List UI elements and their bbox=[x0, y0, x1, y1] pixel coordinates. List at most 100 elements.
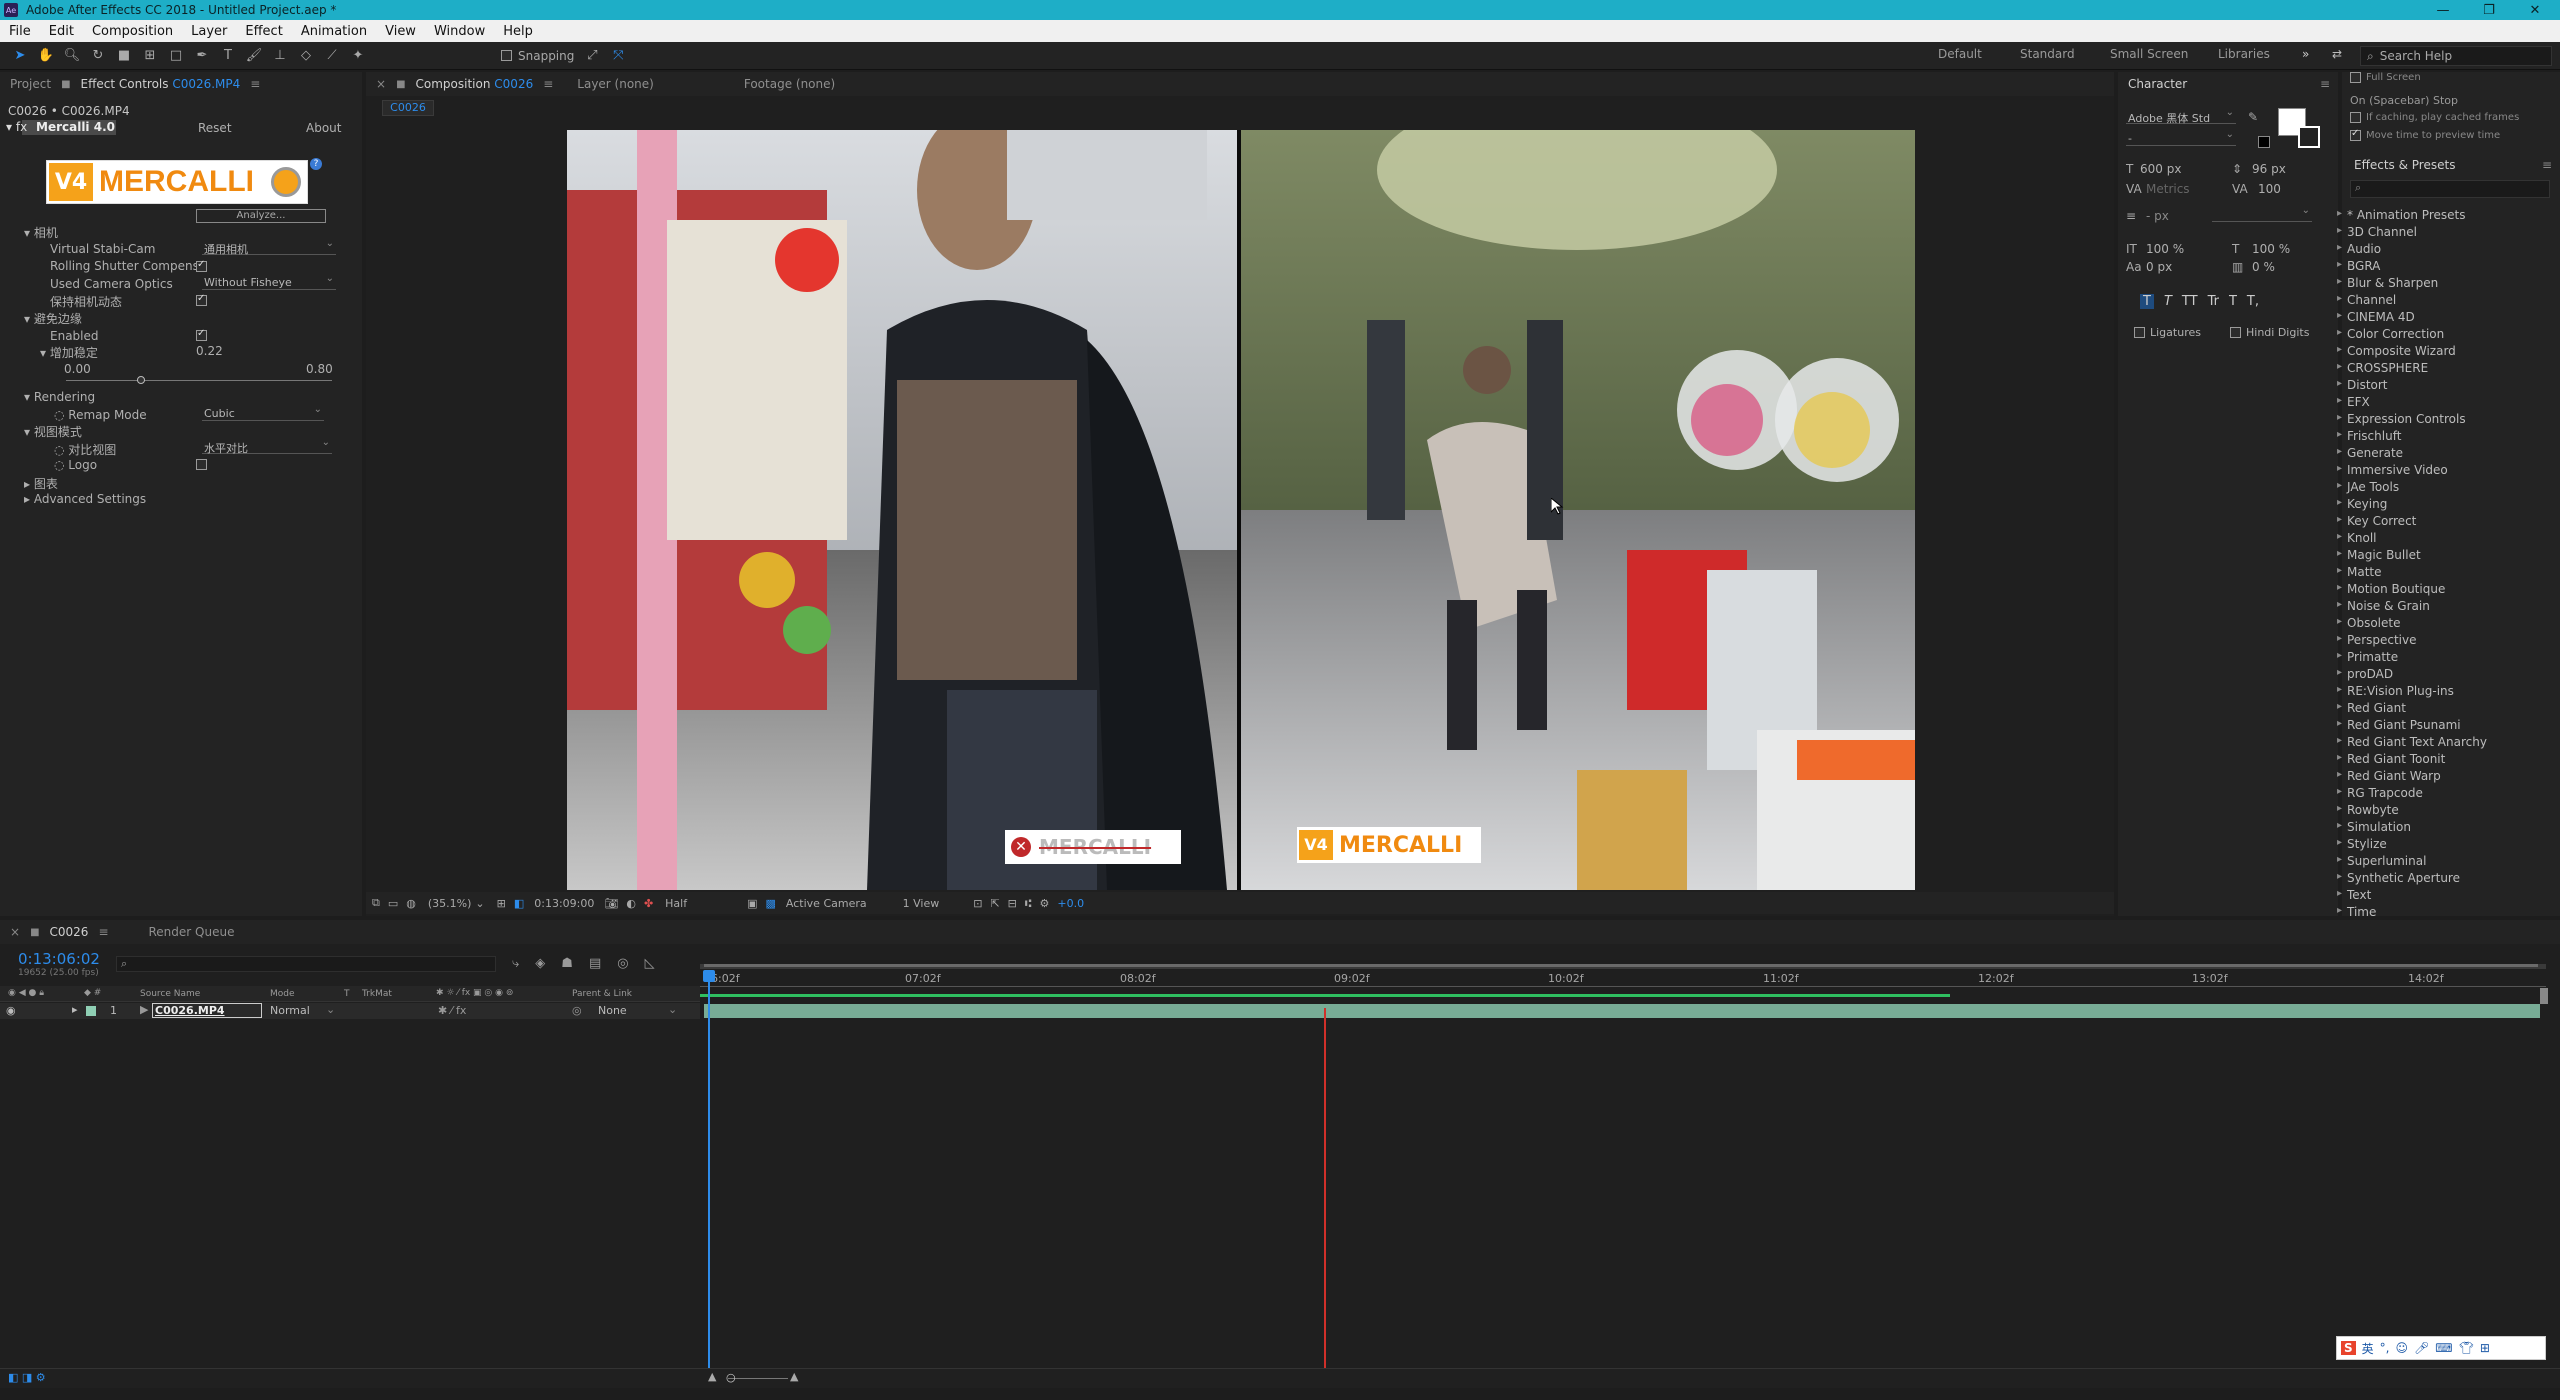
eyedropper-icon[interactable]: ✎ bbox=[2248, 110, 2258, 124]
zoom-tool-icon[interactable]: 🔍︎ bbox=[62, 46, 82, 66]
playhead-handle[interactable] bbox=[703, 970, 715, 982]
menu-view[interactable]: View bbox=[376, 24, 425, 39]
add-stab-value[interactable]: 0.22 bbox=[196, 344, 223, 358]
list-item[interactable]: Audio bbox=[2337, 242, 2381, 256]
work-area-end-handle[interactable] bbox=[2540, 988, 2548, 1004]
panel-menu-icon[interactable]: ≡ bbox=[250, 77, 260, 91]
workspace-libraries[interactable]: Libraries bbox=[2218, 47, 2270, 61]
layer-mode-dropdown[interactable]: Normal bbox=[270, 1004, 310, 1017]
list-item[interactable]: Frischluft bbox=[2337, 429, 2402, 443]
layer-switch-icons[interactable]: ✱ ⁄ fx bbox=[438, 1004, 466, 1017]
font-family-dropdown[interactable]: Adobe 黑体 Std bbox=[2126, 107, 2236, 125]
list-item[interactable]: CROSSPHERE bbox=[2337, 361, 2428, 375]
tab-effect-controls[interactable]: Effect Controls C0026.MP4 bbox=[71, 77, 251, 91]
ligatures-checkbox[interactable] bbox=[2134, 327, 2145, 338]
maximize-button[interactable]: ❐ bbox=[2466, 0, 2512, 20]
roi-icon[interactable]: ▣ bbox=[747, 897, 757, 910]
layer-visibility-icon[interactable]: ◉ bbox=[6, 1004, 16, 1017]
tab-timeline-c0026[interactable]: C0026 bbox=[40, 925, 99, 939]
full-screen-checkbox[interactable] bbox=[2350, 72, 2361, 83]
minimize-button[interactable]: — bbox=[2420, 0, 2466, 20]
group-rendering[interactable]: ▾ Rendering bbox=[24, 390, 95, 404]
list-item[interactable]: Perspective bbox=[2337, 633, 2416, 647]
layer-expand-icon[interactable]: ▸ bbox=[72, 1003, 78, 1016]
composition-viewer[interactable]: ✕ MERCALLI V4 MERCALLI bbox=[567, 130, 1915, 890]
tab-render-queue[interactable]: Render Queue bbox=[139, 925, 245, 939]
list-item[interactable]: Noise & Grain bbox=[2337, 599, 2430, 613]
snapshot-icon[interactable]: 📷︎ bbox=[604, 897, 618, 910]
graph-editor-icon[interactable]: ◺ bbox=[645, 956, 655, 971]
used-optics-dropdown[interactable]: Without Fisheye bbox=[202, 273, 336, 290]
list-item[interactable]: Magic Bullet bbox=[2337, 548, 2421, 562]
list-item[interactable]: Keying bbox=[2337, 497, 2387, 511]
switches-icons[interactable]: ✱ ☼ ⁄ fx ▣ ◎ ◉ ⊚ bbox=[436, 988, 513, 998]
kerning-value[interactable]: Metrics bbox=[2146, 182, 2190, 196]
list-item[interactable]: Time bbox=[2337, 905, 2377, 919]
grid-icon[interactable]: ⊞ bbox=[497, 897, 506, 910]
fast-preview-icon[interactable]: ⇱ bbox=[990, 897, 999, 910]
col-source-name[interactable]: Source Name bbox=[140, 989, 200, 999]
group-advanced[interactable]: ▸ Advanced Settings bbox=[24, 492, 146, 506]
views-dropdown[interactable]: 1 View bbox=[903, 897, 940, 910]
list-item[interactable]: Superluminal bbox=[2337, 854, 2426, 868]
ime-toolbar[interactable]: S 英 °, ☺ 🎤︎ ⌨ 👕︎ ⊞ bbox=[2336, 1336, 2546, 1360]
ime-skin-icon[interactable]: 👕︎ bbox=[2459, 1341, 2474, 1355]
col-t[interactable]: T bbox=[344, 989, 350, 999]
ime-lang[interactable]: 英 bbox=[2362, 1340, 2374, 1357]
comp-sub-tab[interactable]: C0026 bbox=[382, 100, 434, 116]
transparency-grid-icon[interactable]: ▩ bbox=[766, 897, 776, 910]
list-item[interactable]: 3D Channel bbox=[2337, 225, 2417, 239]
menu-layer[interactable]: Layer bbox=[182, 24, 236, 39]
rectangle-tool-icon[interactable]: □ bbox=[166, 46, 186, 66]
pan-behind-tool-icon[interactable]: ⊞ bbox=[140, 46, 160, 66]
work-area-range[interactable] bbox=[704, 964, 2538, 967]
zoom-dropdown[interactable]: (35.1%) bbox=[428, 897, 472, 910]
menu-composition[interactable]: Composition bbox=[83, 24, 182, 39]
ime-mic-icon[interactable]: 🎤︎ bbox=[2414, 1341, 2429, 1355]
compare-view-dropdown[interactable]: 水平对比 bbox=[202, 437, 332, 455]
col-trkmat[interactable]: TrkMat bbox=[362, 989, 392, 999]
list-item[interactable]: Immersive Video bbox=[2337, 463, 2448, 477]
about-link[interactable]: About bbox=[306, 121, 341, 135]
workspace-standard[interactable]: Standard bbox=[2020, 47, 2075, 61]
list-item[interactable]: proDAD bbox=[2337, 667, 2393, 681]
workspace-sync-icon[interactable]: ⇄ bbox=[2332, 47, 2342, 61]
remap-mode-dropdown[interactable]: Cubic bbox=[202, 404, 324, 421]
enabled-checkbox[interactable] bbox=[196, 328, 207, 341]
list-item[interactable]: Channel bbox=[2337, 293, 2396, 307]
menu-edit[interactable]: Edit bbox=[40, 24, 83, 39]
list-item[interactable]: Generate bbox=[2337, 446, 2403, 460]
group-avoid-edge[interactable]: ▾ 避免边缘 bbox=[24, 310, 82, 327]
list-item[interactable]: Distort bbox=[2337, 378, 2387, 392]
mercalli-logo[interactable]: V4 MERCALLI bbox=[46, 160, 308, 204]
menu-window[interactable]: Window bbox=[425, 24, 494, 39]
timeline-zoom-handle[interactable]: ○ bbox=[726, 1371, 736, 1384]
puppet-tool-icon[interactable]: ✦ bbox=[348, 46, 368, 66]
list-item[interactable]: Knoll bbox=[2337, 531, 2377, 545]
stroke-style-dropdown[interactable] bbox=[2212, 205, 2312, 222]
resolution-dropdown[interactable]: Half bbox=[665, 897, 687, 910]
logo-checkbox[interactable] bbox=[196, 459, 207, 470]
sogou-logo-icon[interactable]: S bbox=[2341, 1341, 2356, 1355]
ime-emoji-icon[interactable]: ☺ bbox=[2396, 1341, 2409, 1355]
ime-tools-icon[interactable]: ⊞ bbox=[2480, 1341, 2490, 1355]
tab-character[interactable]: Character bbox=[2118, 77, 2197, 91]
list-item[interactable]: Red Giant Toonit bbox=[2337, 752, 2445, 766]
horizontal-scale-value[interactable]: 100 % bbox=[2252, 242, 2290, 256]
comp-flowchart-icon[interactable]: ⤷ bbox=[512, 956, 519, 971]
tab-layer[interactable]: Layer (none) bbox=[567, 77, 664, 91]
timeline-current-time[interactable]: 0:13:06:02 bbox=[18, 950, 100, 968]
font-style-dropdown[interactable]: - bbox=[2126, 129, 2236, 146]
time-ruler[interactable]: 06:02f 07:02f 08:02f 09:02f 10:02f 11:02… bbox=[700, 970, 2546, 1000]
close-comp-tab-icon[interactable]: × bbox=[366, 77, 396, 91]
reset-exposure-icon[interactable]: ⚙ bbox=[1040, 897, 1050, 910]
list-item[interactable]: Red Giant Psunami bbox=[2337, 718, 2461, 732]
current-time[interactable]: 0:13:09:00 bbox=[534, 897, 594, 910]
comp-panel-menu-icon[interactable]: ≡ bbox=[543, 77, 553, 91]
add-stab-label[interactable]: ▾ 增加稳定 bbox=[40, 344, 98, 361]
timeline-zoom-slider[interactable] bbox=[728, 1378, 788, 1379]
toggle-panes-icon[interactable]: ◧ ◨ ⚙ bbox=[8, 1371, 46, 1384]
mode-caret-icon[interactable]: ⌄ bbox=[326, 1003, 335, 1016]
effects-menu-icon[interactable]: ≡ bbox=[2542, 158, 2552, 172]
workspace-default[interactable]: Default bbox=[1938, 47, 1982, 61]
